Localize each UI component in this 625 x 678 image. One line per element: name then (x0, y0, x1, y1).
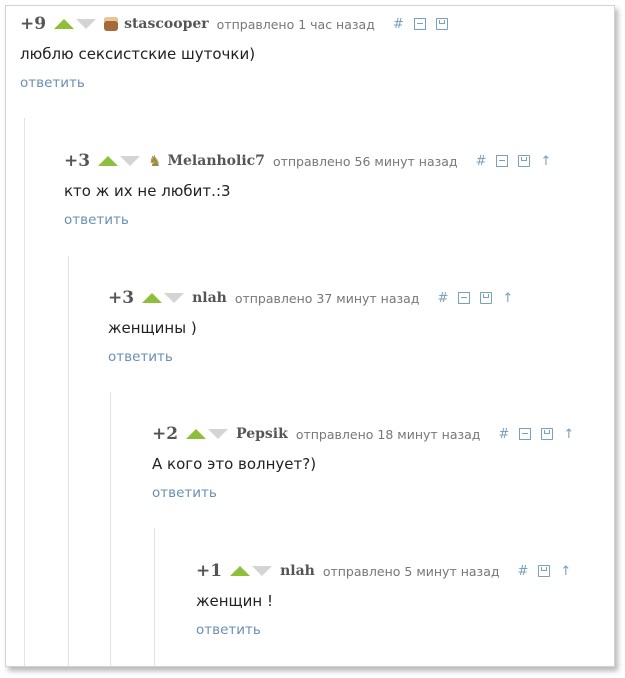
rating: +3 (64, 151, 91, 171)
hash-icon[interactable]: # (498, 427, 509, 442)
save-icon[interactable] (518, 155, 531, 167)
vote-down-icon[interactable] (252, 566, 273, 576)
comment-text: люблю сексистские шуточки) (20, 45, 256, 63)
comments-frame: +9 stascooper отправлено 1 час назад # л… (5, 5, 615, 667)
arrow-up-icon[interactable]: ↑ (502, 291, 513, 306)
posted-label: отправлено (322, 563, 401, 579)
figure-icon: ♞ (148, 152, 162, 170)
vote-up-icon[interactable] (186, 429, 207, 439)
hash-icon[interactable]: # (393, 17, 404, 32)
rating: +3 (108, 288, 135, 308)
arrow-up-icon[interactable]: ↑ (563, 427, 574, 442)
thread-line (68, 256, 69, 666)
comment: +3 ♞ Melanholic7 отправлено 56 минут наз… (64, 148, 614, 248)
timestamp[interactable]: 18 минут назад (377, 427, 480, 442)
collapse-icon[interactable] (458, 292, 471, 304)
comment-header: +3 nlah отправлено 37 минут назад # ↑ (108, 285, 614, 311)
thread-line (154, 528, 155, 666)
rating: +2 (152, 424, 179, 444)
vote-down-icon[interactable] (120, 156, 141, 166)
hash-icon[interactable]: # (437, 291, 448, 306)
username[interactable]: nlah (280, 563, 315, 579)
reply-link[interactable]: ответить (152, 485, 217, 501)
hash-icon[interactable]: # (476, 154, 487, 169)
rating: +9 (20, 14, 47, 34)
comment: +3 nlah отправлено 37 минут назад # ↑ же… (108, 285, 614, 385)
username[interactable]: Melanholic7 (168, 153, 265, 169)
cake-icon (104, 17, 119, 31)
posted-label: отправлено (272, 153, 351, 169)
comment-header: +9 stascooper отправлено 1 час назад # (20, 11, 580, 37)
collapse-icon[interactable] (496, 155, 509, 167)
comment: +9 stascooper отправлено 1 час назад # л… (20, 11, 580, 111)
username[interactable]: Pepsik (236, 426, 288, 442)
timestamp[interactable]: 1 час назад (298, 17, 375, 32)
timestamp[interactable]: 56 минут назад (355, 154, 458, 169)
vote-down-icon[interactable] (164, 293, 185, 303)
save-icon[interactable] (538, 565, 551, 577)
vote-up-icon[interactable] (230, 566, 251, 576)
comment-header: +2 Pepsik отправлено 18 минут назад # ↑ (152, 421, 614, 447)
comment-header: +3 ♞ Melanholic7 отправлено 56 минут наз… (64, 148, 614, 174)
posted-label: отправлено (295, 426, 374, 442)
username[interactable]: nlah (192, 290, 227, 306)
save-icon[interactable] (435, 18, 448, 30)
reply-link[interactable]: ответить (108, 349, 173, 365)
arrow-up-icon[interactable]: ↑ (560, 564, 571, 579)
comment: +1 nlah отправлено 5 минут назад # ↑ жен… (196, 558, 614, 658)
vote-up-icon[interactable] (54, 19, 75, 29)
comment: +2 Pepsik отправлено 18 минут назад # ↑ … (152, 421, 614, 521)
timestamp[interactable]: 37 минут назад (316, 291, 419, 306)
collapse-icon[interactable] (519, 428, 532, 440)
posted-label: отправлено (216, 16, 295, 32)
posted-label: отправлено (234, 290, 313, 306)
comment-text: женщины ) (108, 319, 197, 337)
thread-line (24, 118, 25, 666)
username[interactable]: stascooper (124, 16, 209, 32)
save-icon[interactable] (480, 292, 493, 304)
vote-down-icon[interactable] (208, 429, 229, 439)
collapse-icon[interactable] (413, 18, 426, 30)
comment-header: +1 nlah отправлено 5 минут назад # ↑ (196, 558, 614, 584)
reply-link[interactable]: ответить (64, 212, 129, 228)
arrow-up-icon[interactable]: ↑ (540, 154, 551, 169)
save-icon[interactable] (541, 428, 554, 440)
vote-down-icon[interactable] (76, 19, 97, 29)
rating: +1 (196, 561, 223, 581)
timestamp[interactable]: 5 минут назад (404, 564, 499, 579)
vote-up-icon[interactable] (142, 293, 163, 303)
reply-link[interactable]: ответить (196, 622, 261, 638)
comment-text: А кого это волнует?) (152, 455, 317, 473)
thread-line (110, 392, 111, 666)
comment-text: женщин ! (196, 592, 274, 610)
reply-link[interactable]: ответить (20, 75, 85, 91)
comment-text: кто ж их не любит.:3 (64, 182, 231, 200)
vote-up-icon[interactable] (98, 156, 119, 166)
hash-icon[interactable]: # (518, 564, 529, 579)
